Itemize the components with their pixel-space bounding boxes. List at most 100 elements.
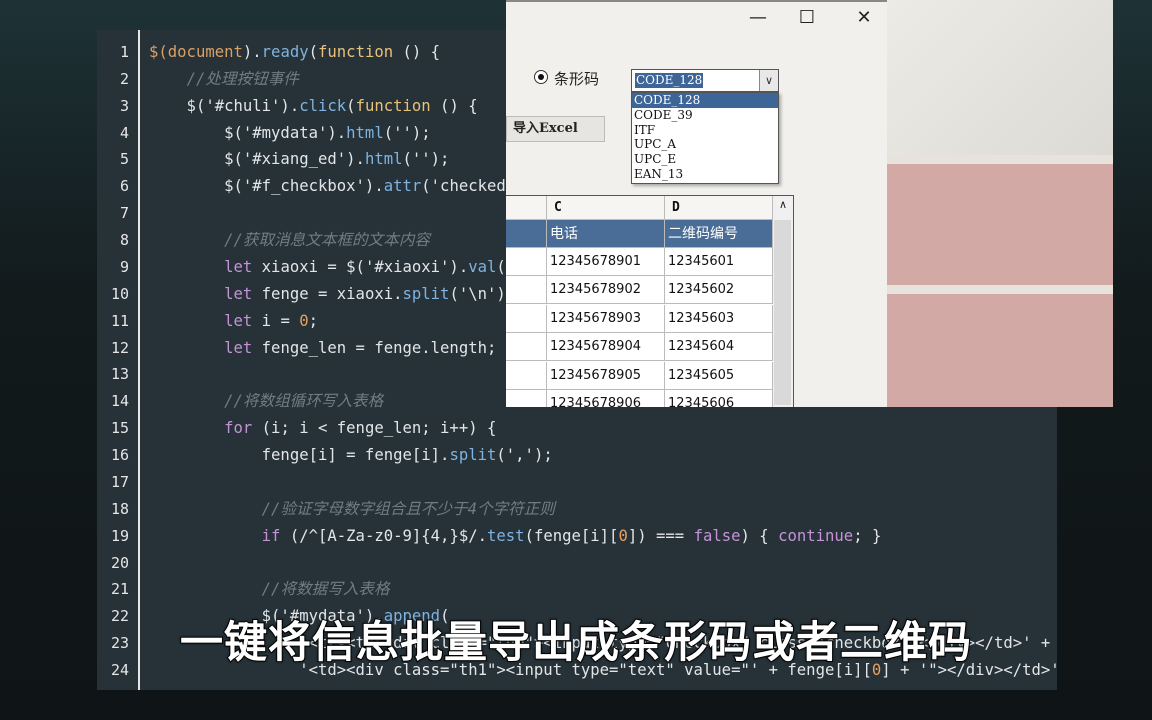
- code-token: //将数据写入表格: [261, 580, 390, 599]
- dropdown-option[interactable]: CODE_39: [632, 108, 778, 123]
- video-subtitle: 一键将信息批量导出成条形码或者二维码: [179, 617, 972, 669]
- data-grid: C D 电话 二维码编号 12345678901 12345601 12345678902 1…: [506, 195, 794, 407]
- code-token: //获取消息文本框的文本内容: [224, 231, 431, 250]
- code-token: document: [167, 43, 243, 61]
- code-line[interactable]: 20: [97, 550, 1057, 577]
- code-token: continue: [778, 526, 854, 545]
- dropdown-option[interactable]: CODE_128: [632, 93, 778, 108]
- dropdown-option[interactable]: UPC_E: [632, 152, 778, 167]
- code-token: test: [487, 526, 525, 545]
- row-header-cell[interactable]: [506, 390, 547, 407]
- code-line[interactable]: 16 fenge[i] = fenge[i].split(',');: [97, 442, 1057, 469]
- code-token: let: [224, 311, 253, 330]
- line-number: 16: [110, 446, 129, 465]
- code-line[interactable]: 19 if (/^[A-Za-z0-9]{4,}$/.test(fenge[i]…: [97, 523, 1057, 550]
- code-text: let i = 0;: [149, 308, 318, 335]
- grid-cell[interactable]: 12345678902: [547, 276, 665, 305]
- line-number: 20: [110, 553, 129, 572]
- minimize-button[interactable]: —: [743, 6, 773, 30]
- grid-cell[interactable]: 12345602: [665, 276, 773, 305]
- line-number: 12: [110, 338, 129, 357]
- row-header-cell[interactable]: [506, 276, 547, 305]
- code-token: $(: [149, 43, 168, 61]
- code-text: if (/^[A-Za-z0-9]{4,}$/.test(fenge[i][0]…: [149, 523, 882, 550]
- row-header-cell[interactable]: [506, 304, 547, 333]
- radio-label[interactable]: 条形码: [554, 68, 599, 89]
- line-number: 10: [110, 284, 129, 303]
- line-number: 1: [119, 43, 129, 61]
- dropdown-option[interactable]: ITF: [632, 123, 778, 138]
- grid-cell[interactable]: 12345678903: [547, 304, 665, 333]
- grid-cell[interactable]: 12345604: [665, 333, 773, 362]
- row-header-cell[interactable]: [506, 248, 547, 276]
- import-excel-button[interactable]: 导入Excel: [506, 116, 605, 142]
- line-number: 13: [110, 365, 129, 384]
- grid-cell[interactable]: 12345678906: [547, 390, 665, 407]
- row-header-cell[interactable]: [506, 333, 547, 362]
- code-token: () {: [430, 96, 478, 115]
- code-line[interactable]: 17: [97, 469, 1057, 496]
- code-text: //将数组循环写入表格: [149, 388, 383, 415]
- line-number: 21: [110, 580, 129, 599]
- grid-cell[interactable]: 12345678901: [547, 248, 665, 276]
- code-token: ; }: [853, 526, 882, 545]
- header-cell[interactable]: 二维码编号: [665, 220, 773, 248]
- barcode-radio[interactable]: [534, 70, 548, 84]
- code-text: let xiaoxi = $('#xiaoxi').val();: [149, 254, 524, 281]
- code-token: ('');: [383, 123, 431, 142]
- code-token: val: [468, 257, 497, 276]
- code-text: for (i; i < fenge_len; i++) {: [149, 415, 496, 442]
- grid-cell[interactable]: 12345605: [665, 361, 773, 390]
- grid-cell[interactable]: 12345601: [665, 248, 773, 276]
- scrollbar-thumb[interactable]: [774, 220, 791, 405]
- close-button[interactable]: ✕: [849, 6, 879, 30]
- wall-stripe: [887, 285, 1113, 294]
- code-token: (/^[A-Za-z0-9]{4,}$/.: [280, 526, 487, 545]
- code-token: //处理按钮事件: [186, 69, 299, 88]
- code-line[interactable]: 18 //验证字母数字组合且不少于4个字符正则: [97, 496, 1057, 523]
- code-token: ;: [308, 311, 319, 330]
- code-token: 0: [618, 526, 628, 545]
- code-token: if: [261, 526, 281, 545]
- maximize-button[interactable]: ☐: [792, 6, 822, 30]
- column-letter[interactable]: D: [665, 196, 773, 220]
- line-number: 14: [110, 392, 129, 411]
- code-token: for: [224, 419, 253, 438]
- code-token: (: [346, 96, 356, 115]
- code-token: //将数组循环写入表格: [224, 392, 384, 411]
- header-cell[interactable]: [506, 220, 547, 248]
- code-token: 0: [299, 311, 309, 330]
- code-token: fenge = xiaoxi.: [252, 284, 403, 303]
- background-photo: [887, 0, 1113, 407]
- column-letter[interactable]: C: [547, 196, 665, 220]
- barcode-type-select[interactable]: CODE_128 ∨: [631, 69, 779, 92]
- line-number: 18: [110, 499, 129, 518]
- code-line[interactable]: 21 //将数据写入表格: [97, 576, 1057, 603]
- code-token: i =: [252, 311, 300, 330]
- code-token: ).: [242, 43, 262, 61]
- line-number: 7: [119, 204, 129, 223]
- code-text: fenge[i] = fenge[i].split(',');: [149, 442, 553, 469]
- chevron-down-icon[interactable]: ∨: [759, 70, 778, 91]
- grid-cell[interactable]: 12345603: [665, 304, 773, 333]
- column-letter[interactable]: [506, 196, 547, 220]
- code-token: html: [346, 123, 384, 142]
- code-token: $('#xiang_ed').: [149, 150, 365, 169]
- wall-stripe: [887, 155, 1113, 164]
- code-token: (',');: [496, 446, 553, 465]
- dropdown-option[interactable]: EAN_13: [632, 167, 778, 182]
- chevron-up-icon[interactable]: ∧: [773, 198, 793, 211]
- grid-cell[interactable]: 12345606: [665, 390, 773, 407]
- header-cell[interactable]: 电话: [547, 220, 665, 248]
- code-token: fenge[i] = fenge[i].: [149, 446, 450, 465]
- code-token: ]) ===: [627, 526, 694, 545]
- grid-cell[interactable]: 12345678905: [547, 361, 665, 390]
- vertical-scrollbar[interactable]: ∧: [773, 196, 793, 407]
- row-header-cell[interactable]: [506, 361, 547, 390]
- code-token: false: [693, 526, 741, 545]
- code-line[interactable]: 15 for (i; i < fenge_len; i++) {: [97, 415, 1057, 442]
- code-token: let: [224, 257, 253, 276]
- dropdown-option[interactable]: UPC_A: [632, 137, 778, 152]
- grid-cell[interactable]: 12345678904: [547, 333, 665, 362]
